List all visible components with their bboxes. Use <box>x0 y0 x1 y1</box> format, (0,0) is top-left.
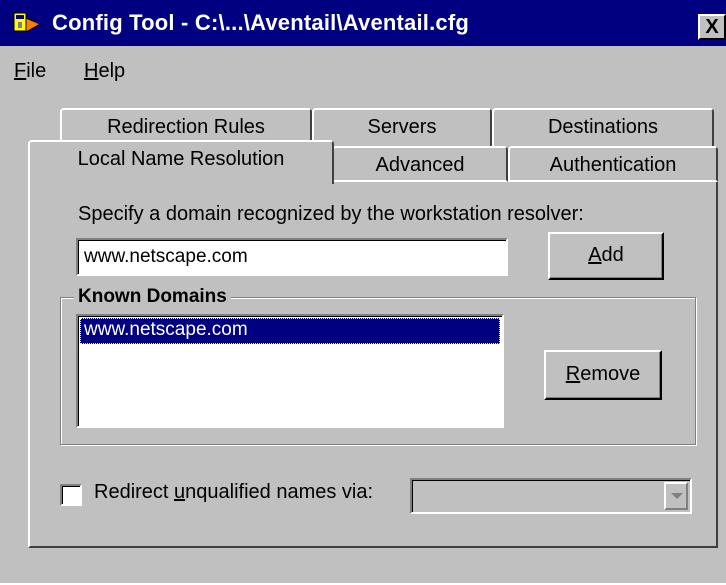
chevron-down-icon[interactable] <box>664 482 688 510</box>
close-button[interactable]: X <box>698 14 726 40</box>
tab-advanced-label: Advanced <box>375 154 465 176</box>
redirect-label[interactable]: Redirect unqualified names via: <box>94 481 373 504</box>
close-icon: X <box>705 16 719 38</box>
domain-prompt-label: Specify a domain recognized by the works… <box>78 203 584 225</box>
tab-authentication-label: Authentication <box>549 154 677 176</box>
add-button-accel: A <box>588 244 602 266</box>
tab-servers[interactable]: Servers <box>312 108 492 146</box>
list-item[interactable]: www.netscape.com <box>80 318 500 344</box>
tab-destinations[interactable]: Destinations <box>492 108 714 146</box>
domain-input-value: www.netscape.com <box>84 246 248 267</box>
tab-destinations-label: Destinations <box>547 116 659 138</box>
add-button-label: dd <box>601 244 624 266</box>
tab-local-name-resolution-label: Local Name Resolution <box>77 148 285 170</box>
known-domains-list[interactable]: www.netscape.com <box>76 314 504 428</box>
tab-redirection-rules-label: Redirection Rules <box>107 116 265 138</box>
domain-input[interactable]: www.netscape.com <box>76 238 508 276</box>
menu-help-label: elp <box>98 60 126 82</box>
config-tool-app-icon <box>13 12 42 33</box>
menu-file-accel: F <box>14 60 27 82</box>
tab-authentication[interactable]: Authentication <box>508 146 718 182</box>
redirect-label-rest: nqualified names via: <box>185 481 374 503</box>
menu-file[interactable]: File <box>14 60 46 83</box>
remove-button[interactable]: Remove <box>544 350 662 400</box>
tab-advanced[interactable]: Advanced <box>332 146 508 182</box>
redirect-checkbox[interactable] <box>60 484 82 506</box>
known-domains-title: Known Domains <box>74 286 231 308</box>
redirect-label-accel: u <box>174 481 186 503</box>
redirect-label-prefix: Redirect <box>94 481 175 503</box>
menu-help[interactable]: Help <box>84 60 125 83</box>
redirect-via-combo[interactable] <box>410 478 692 514</box>
window-title: Config Tool - C:\...\Aventail\Aventail.c… <box>52 10 470 35</box>
remove-button-accel: R <box>565 363 581 385</box>
remove-button-label: emove <box>580 363 641 385</box>
tab-servers-label: Servers <box>367 116 437 138</box>
title-bar[interactable]: Config Tool - C:\...\Aventail\Aventail.c… <box>0 0 726 46</box>
menu-file-label: ile <box>26 60 47 82</box>
tab-local-name-resolution[interactable]: Local Name Resolution <box>28 140 334 184</box>
menu-help-accel: H <box>84 60 99 82</box>
add-button[interactable]: Add <box>548 232 664 280</box>
